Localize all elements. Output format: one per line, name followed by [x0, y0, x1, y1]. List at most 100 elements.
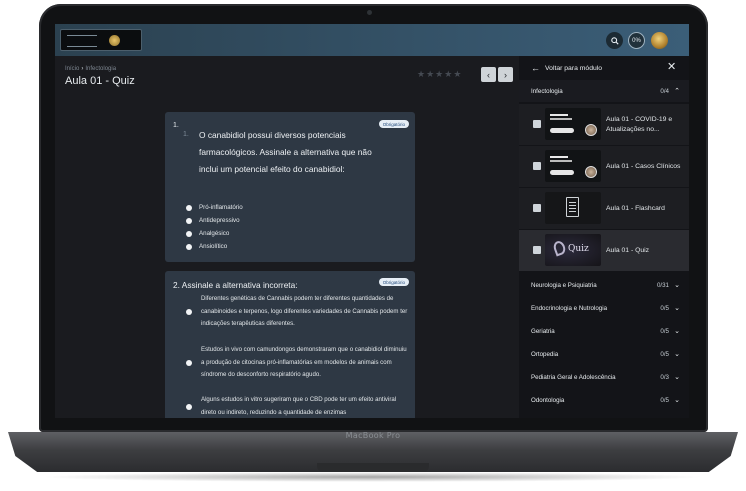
logo-lines	[67, 35, 97, 47]
module-sidebar: ← Voltar para módulo ✕ Infectologia 0/4 ⌃…	[519, 56, 689, 418]
answer-option[interactable]: Analgésico	[186, 230, 229, 237]
star-icon[interactable]: ★	[417, 70, 425, 79]
answer-option[interactable]: Diferentes genéticas de Cannabis podem t…	[186, 293, 408, 331]
chevron-down-icon: ⌄	[674, 351, 680, 358]
chevron-down-icon: ⌄	[674, 282, 680, 289]
thumbnail-pill	[550, 128, 574, 133]
quiz-thumbnail-text: Quiz	[568, 244, 589, 254]
screen: 0% Início › Infectologia Aula 01 - Quiz ★ …	[55, 24, 689, 418]
lesson-thumbnail: Quiz	[545, 234, 601, 266]
breadcrumb-separator: ›	[81, 66, 84, 72]
previous-lesson-button[interactable]: ‹	[481, 67, 496, 82]
section-count: 0/5	[660, 350, 669, 358]
completion-checkbox[interactable]	[533, 120, 541, 128]
avatar[interactable]	[651, 32, 668, 49]
lesson-title: Aula 01 - Flashcard	[606, 204, 665, 212]
search-icon	[610, 36, 619, 45]
back-label: Voltar para módulo	[545, 64, 603, 72]
lesson-item[interactable]: Aula 01 - Flashcard	[519, 188, 689, 229]
section-item[interactable]: Endocrinologia e Nutrologia 0/5 ⌄	[519, 297, 689, 319]
logo-mark	[109, 35, 120, 46]
progress-indicator[interactable]: 0%	[628, 32, 645, 49]
option-label: Diferentes genéticas de Cannabis podem t…	[201, 295, 408, 328]
chevron-right-icon: ›	[504, 69, 507, 80]
laptop-mockup: 0% Início › Infectologia Aula 01 - Quiz ★ …	[0, 0, 746, 491]
lesson-thumbnail	[545, 108, 601, 140]
section-item[interactable]: Ortopedia 0/5 ⌄	[519, 343, 689, 365]
radio-button[interactable]	[186, 204, 192, 211]
completion-checkbox[interactable]	[533, 204, 541, 212]
next-lesson-button[interactable]: ›	[498, 67, 513, 82]
answer-option[interactable]: Pró-inflamatório	[186, 204, 243, 211]
lesson-item[interactable]: Aula 01 - Casos Clínicos	[519, 146, 689, 187]
option-label: Analgésico	[199, 230, 230, 237]
section-name: Endocrinologia e Nutrologia	[531, 304, 608, 312]
search-button[interactable]	[606, 32, 623, 49]
section-item[interactable]: Geriatria 0/5 ⌄	[519, 320, 689, 342]
option-label: Ansiolítico	[199, 243, 228, 250]
chevron-down-icon: ⌄	[674, 374, 680, 381]
section-count: 0/5	[660, 396, 669, 404]
completion-checkbox[interactable]	[533, 162, 541, 170]
radio-button[interactable]	[186, 230, 192, 237]
radio-button[interactable]	[186, 217, 192, 224]
radio-button[interactable]	[186, 403, 192, 410]
completion-checkbox[interactable]	[533, 246, 541, 254]
thumbnail-line	[550, 160, 572, 162]
lesson-thumbnail	[545, 192, 601, 224]
lesson-thumbnail	[545, 150, 601, 182]
answer-option[interactable]: Estudos in vivo com camundongos demonstr…	[186, 344, 408, 382]
question-number: 1.	[173, 122, 179, 129]
page-title: Aula 01 - Quiz	[65, 75, 135, 87]
section-name: Odontologia	[531, 396, 565, 404]
close-icon[interactable]: ✕	[667, 60, 676, 73]
section-count: 0/3	[660, 373, 669, 381]
main-content: Início › Infectologia Aula 01 - Quiz ★ ★ ★…	[55, 56, 519, 418]
lesson-item[interactable]: Aula 01 - COVID-19 e Atualizações no...	[519, 104, 689, 145]
thumbnail-pill	[550, 170, 574, 175]
question-card-2: 2. Assinale a alternativa incorreta: Obr…	[165, 271, 415, 418]
star-icon[interactable]: ★	[426, 70, 434, 79]
question-number: 2.	[173, 280, 180, 290]
lesson-title: Aula 01 - Quiz	[606, 246, 650, 254]
radio-button[interactable]	[186, 359, 192, 366]
question-text: 2. Assinale a alternativa incorreta:	[173, 280, 298, 290]
breadcrumb-current[interactable]: Infectologia	[85, 66, 116, 72]
radio-button[interactable]	[186, 243, 192, 250]
answer-option[interactable]: Antidepressivo	[186, 217, 240, 224]
star-icon[interactable]: ★	[453, 70, 461, 79]
device-brand: MacBook Pro	[345, 431, 401, 440]
star-icon[interactable]: ★	[435, 70, 443, 79]
laptop-notch	[317, 463, 429, 472]
section-infectologia[interactable]: Infectologia 0/4 ⌃	[519, 80, 689, 102]
arrow-left-icon: ←	[531, 63, 540, 73]
option-label: Alguns estudos in vitro sugeriram que o …	[201, 396, 397, 416]
answer-option[interactable]: Ansiolítico	[186, 243, 227, 250]
option-label: Antidepressivo	[199, 217, 240, 224]
section-name: Neurologia e Psiquiatria	[531, 281, 597, 289]
breadcrumb-home[interactable]: Início	[65, 66, 79, 72]
star-icon[interactable]: ★	[444, 70, 452, 79]
lesson-item-active[interactable]: Quiz Aula 01 - Quiz	[519, 230, 689, 271]
laptop-shadow	[40, 472, 706, 482]
answer-option[interactable]: Alguns estudos in vitro sugeriram que o …	[186, 394, 408, 418]
breadcrumb: Início › Infectologia	[65, 66, 116, 72]
question-title: Assinale a alternativa incorreta:	[181, 280, 298, 290]
question-card-1: 1. Obrigatório 1. O canabidiol possui di…	[165, 112, 415, 262]
question-mark-icon	[551, 239, 568, 257]
chevron-down-icon: ⌄	[674, 305, 680, 312]
back-to-module-link[interactable]: ← Voltar para módulo	[531, 63, 602, 73]
section-item[interactable]: Odontologia 0/5 ⌄	[519, 389, 689, 411]
section-count: 0/5	[660, 327, 669, 335]
section-name: Ortopedia	[531, 350, 559, 358]
radio-button[interactable]	[186, 308, 192, 315]
section-name: Geriatria	[531, 327, 555, 335]
chevron-up-icon: ⌃	[674, 88, 680, 95]
section-count: 0/5	[660, 304, 669, 312]
rating-stars[interactable]: ★ ★ ★ ★ ★	[417, 70, 461, 79]
section-count: 0/4	[660, 87, 669, 95]
thumbnail-line	[550, 156, 568, 158]
section-item[interactable]: Neurologia e Psiquiatria 0/31 ⌄	[519, 274, 689, 296]
section-item[interactable]: Pediatria Geral e Adolescência 0/3 ⌄	[519, 366, 689, 388]
logo[interactable]	[60, 29, 142, 51]
